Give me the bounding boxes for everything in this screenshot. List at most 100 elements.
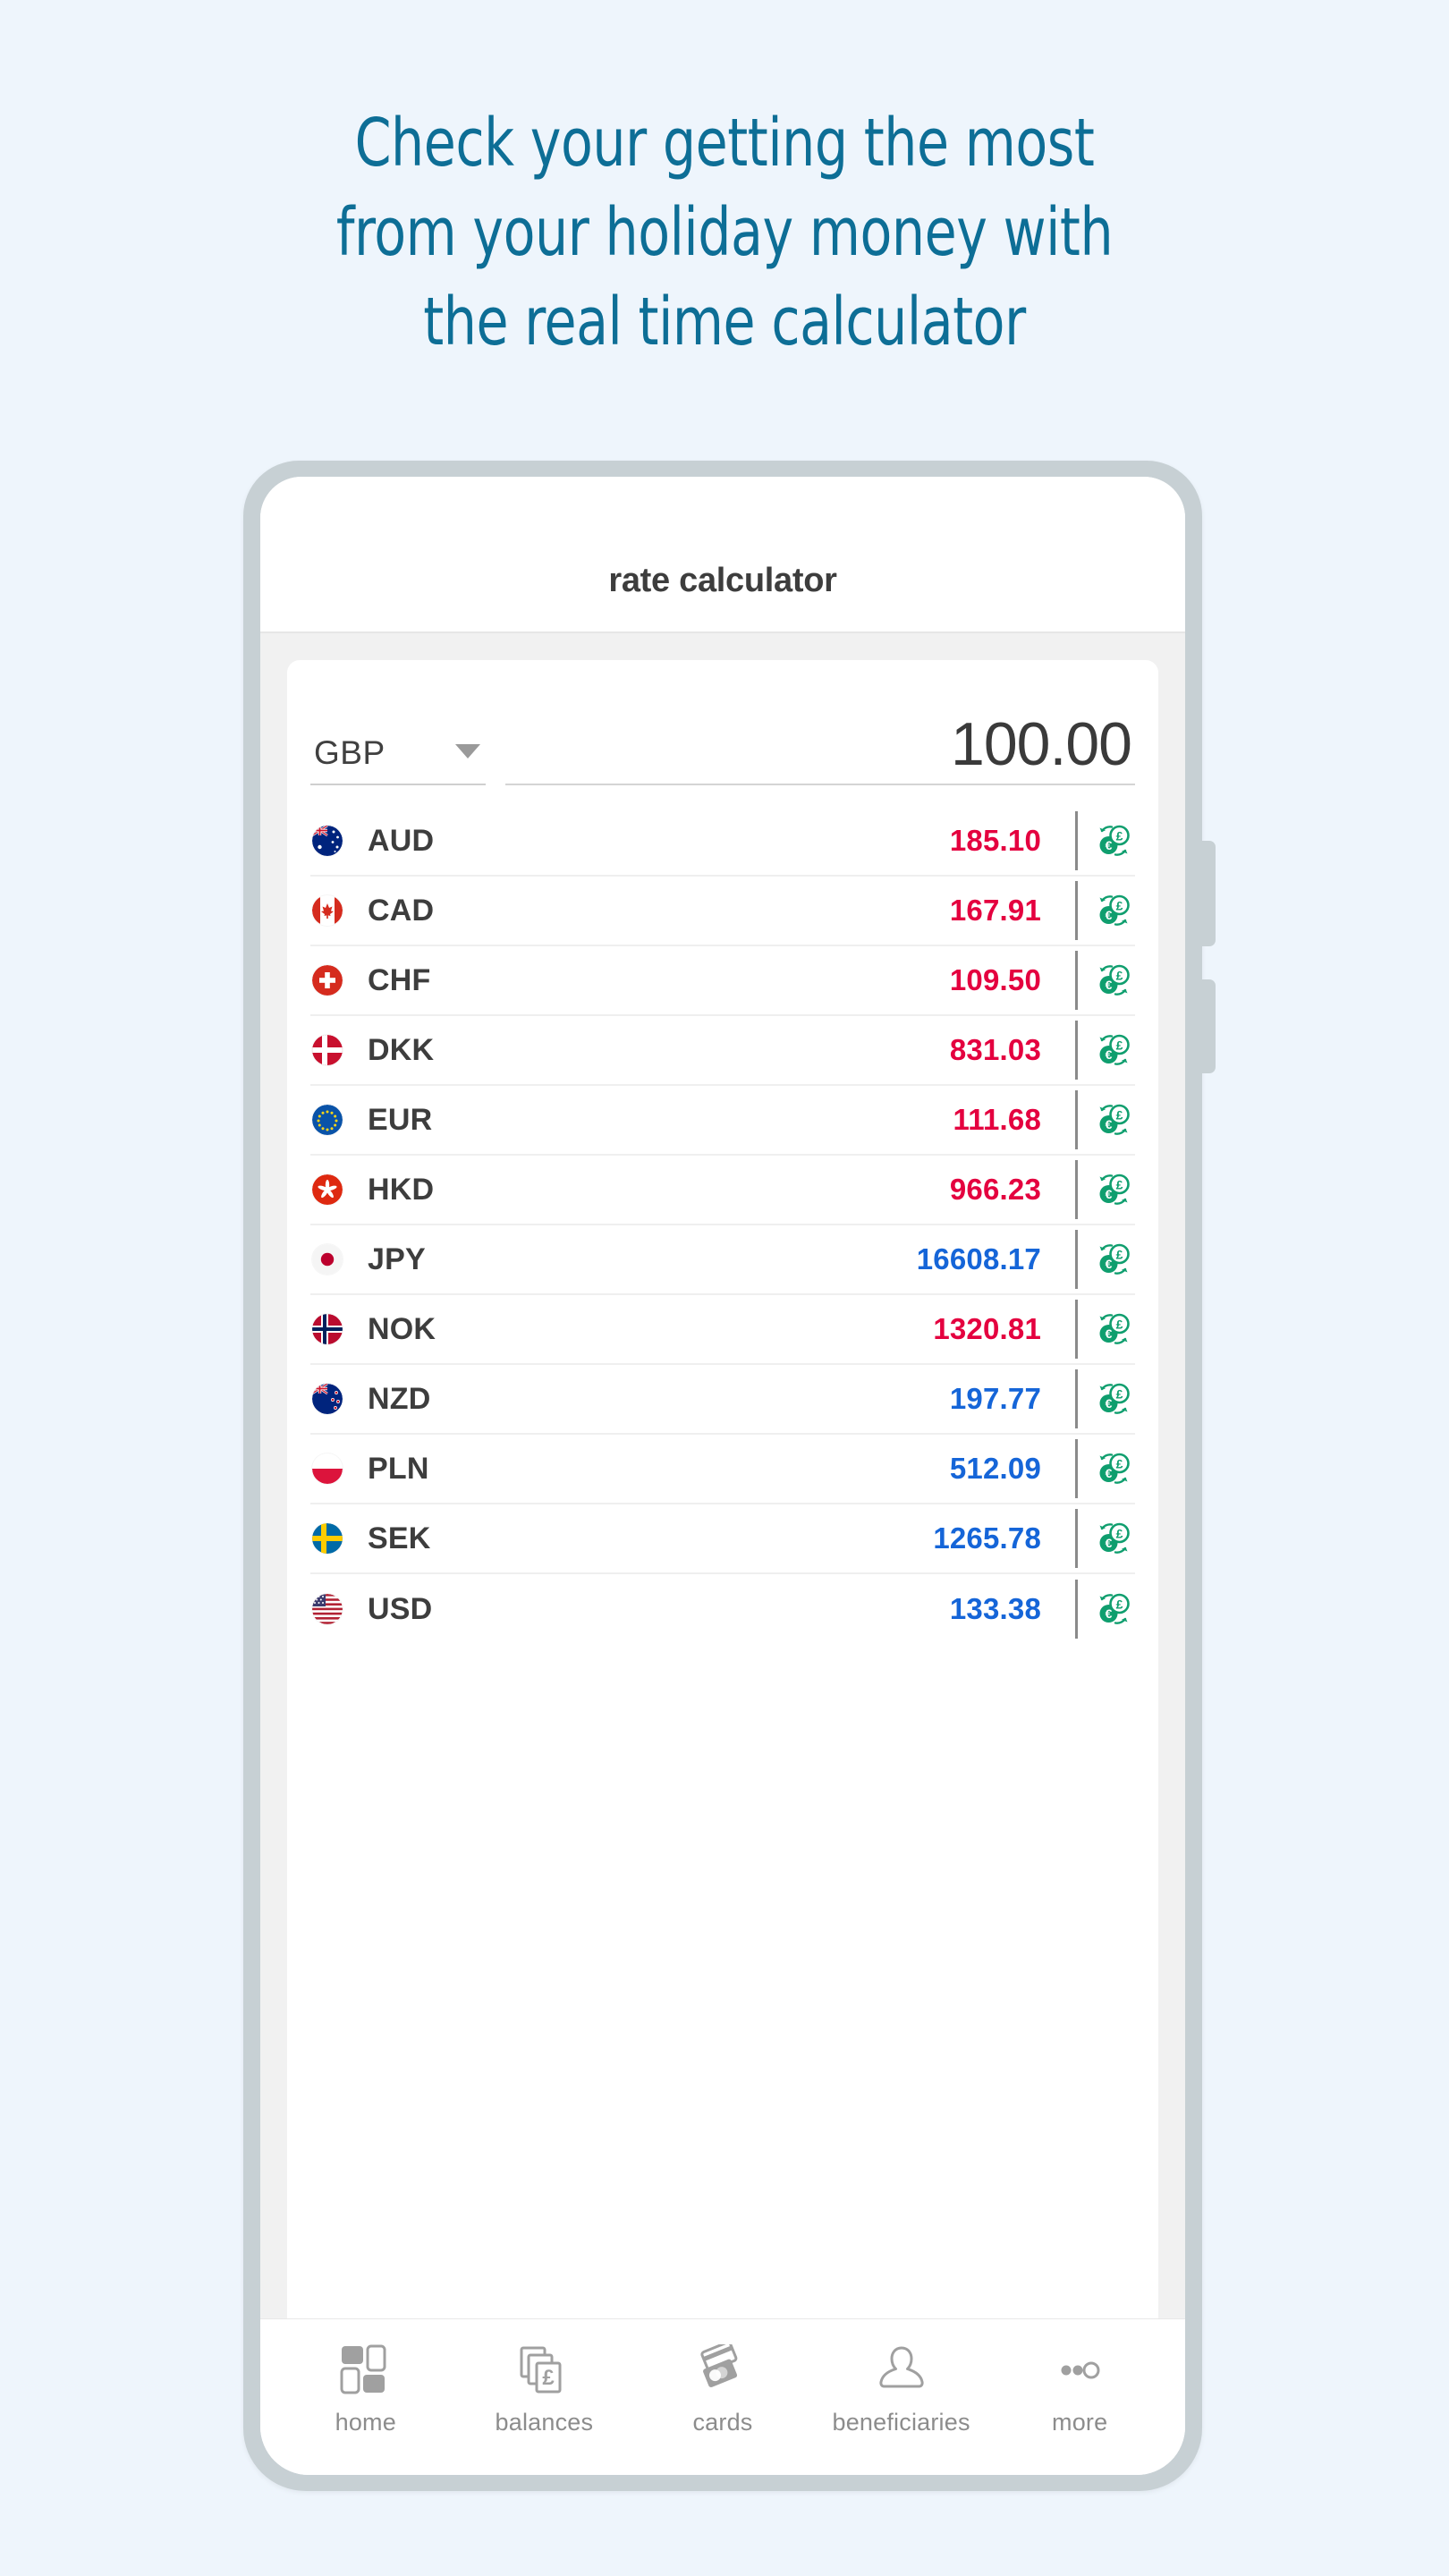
bottom-navigation: home £ balances cards beneficiaries more [260,2318,1185,2475]
currency-exchange-icon[interactable]: € £ [1094,821,1133,860]
payment-cards-icon [697,2343,749,2398]
person-icon [876,2343,928,2398]
currency-exchange-icon[interactable]: € £ [1094,1449,1133,1488]
base-currency-value: GBP [314,734,386,771]
currency-code-label: SEK [368,1521,431,1555]
currency-exchange-icon[interactable]: € £ [1094,1379,1133,1419]
nav-item-label: home [335,2409,396,2436]
currency-exchange-icon[interactable]: € £ [1094,891,1133,930]
flag-dk-icon [312,1035,343,1065]
svg-text:£: £ [1116,1386,1123,1401]
rate-value: 185.10 [949,824,1041,857]
amount-input[interactable]: 100.00 [505,714,1135,785]
nav-item-home[interactable]: home [285,2343,446,2436]
amount-input-row: GBP 100.00 [310,660,1135,785]
row-divider [1075,1439,1078,1498]
rate-row[interactable]: SEK 1265.78 € £ [310,1504,1135,1574]
rate-row[interactable]: CAD 167.91 € £ [310,877,1135,946]
headline-line-3: the real time calculator [423,284,1026,360]
currency-code-label: PLN [368,1451,429,1486]
nav-item-balances[interactable]: £ balances [463,2343,624,2436]
row-divider [1075,1090,1078,1149]
nav-item-more[interactable]: more [999,2343,1160,2436]
currency-exchange-icon[interactable]: € £ [1094,1519,1133,1558]
currency-exchange-icon[interactable]: € £ [1094,1030,1133,1070]
currency-code-label: HKD [368,1172,435,1207]
nav-item-label: beneficiaries [832,2409,970,2436]
rate-value: 16608.17 [916,1242,1041,1275]
currency-code-label: USD [368,1591,433,1626]
rate-value: 197.77 [949,1382,1041,1415]
row-divider [1075,1369,1078,1428]
flag-se-icon [312,1523,343,1554]
svg-text:£: £ [1116,968,1123,982]
app-header: rate calculator [260,477,1185,633]
base-currency-select[interactable]: GBP [310,734,486,785]
svg-text:£: £ [1116,1317,1123,1331]
nav-item-label: cards [692,2409,753,2436]
power-button[interactable] [1199,979,1216,1073]
svg-text:£: £ [1116,1526,1123,1540]
svg-text:£: £ [1116,1038,1123,1052]
currency-exchange-icon[interactable]: € £ [1094,1589,1133,1629]
currency-exchange-icon[interactable]: € £ [1094,1100,1133,1140]
app-body: GBP 100.00 AUD 185.10 € £ CAD 167.91 € £ CHF 109.… [260,633,1185,2318]
currency-exchange-icon[interactable]: € £ [1094,1170,1133,1209]
currency-code-label: CAD [368,893,435,928]
row-divider [1075,951,1078,1010]
headline-line-1: Check your getting the most [354,105,1095,182]
row-divider [1075,1300,1078,1359]
flag-nz-icon [312,1384,343,1414]
rate-list: AUD 185.10 € £ CAD 167.91 € £ CHF 109.50 € £ DKK 831.… [310,807,1135,1644]
rate-row[interactable]: USD 133.38 € £ [310,1574,1135,1644]
nav-item-label: more [1052,2409,1108,2436]
currency-exchange-icon[interactable]: € £ [1094,1309,1133,1349]
currency-code-label: NOK [368,1311,436,1346]
rate-row[interactable]: PLN 512.09 € £ [310,1435,1135,1504]
headline-line-2: from your holiday money with [335,194,1114,271]
rate-value: 109.50 [949,963,1041,996]
flag-hk-icon [312,1174,343,1205]
svg-text:£: £ [1116,1597,1123,1611]
volume-button[interactable] [1199,841,1216,946]
currency-code-label: NZD [368,1381,431,1416]
svg-text:£: £ [1116,1177,1123,1191]
grid-squares-icon [340,2343,392,2398]
phone-mockup: rate calculator GBP 100.00 AUD 185.10 € £ CA… [243,461,1216,2491]
currency-exchange-icon[interactable]: € £ [1094,961,1133,1000]
rate-value: 831.03 [949,1033,1041,1066]
row-divider [1075,1580,1078,1639]
rate-row[interactable]: HKD 966.23 € £ [310,1156,1135,1225]
three-dots-icon [1054,2343,1106,2398]
rate-row[interactable]: NZD 197.77 € £ [310,1365,1135,1435]
rate-value: 966.23 [949,1173,1041,1206]
rate-row[interactable]: AUD 185.10 € £ [310,807,1135,877]
currency-code-label: AUD [368,823,435,858]
rate-row[interactable]: NOK 1320.81 € £ [310,1295,1135,1365]
currency-code-label: JPY [368,1241,426,1276]
nav-item-beneficiaries[interactable]: beneficiaries [821,2343,982,2436]
rate-value: 133.38 [949,1592,1041,1625]
rate-row[interactable]: JPY 16608.17 € £ [310,1225,1135,1295]
flag-pl-icon [312,1453,343,1484]
nav-item-label: balances [495,2409,594,2436]
chevron-down-icon [455,744,480,758]
row-divider [1075,811,1078,870]
phone-screen: rate calculator GBP 100.00 AUD 185.10 € £ CA… [260,477,1185,2475]
nav-item-cards[interactable]: cards [642,2343,803,2436]
rate-row[interactable]: CHF 109.50 € £ [310,946,1135,1016]
flag-ca-icon [312,895,343,926]
row-divider [1075,1160,1078,1219]
app-title: rate calculator [608,562,837,599]
banknotes-pound-icon: £ [518,2343,570,2398]
currency-exchange-icon[interactable]: € £ [1094,1240,1133,1279]
row-divider [1075,881,1078,940]
svg-text:£: £ [1116,1247,1123,1261]
rate-value: 111.68 [953,1103,1041,1136]
currency-code-label: DKK [368,1032,435,1067]
flag-jp-icon [312,1244,343,1275]
rate-row[interactable]: DKK 831.03 € £ [310,1016,1135,1086]
svg-text:£: £ [1116,1456,1123,1470]
row-divider [1075,1509,1078,1568]
rate-row[interactable]: EUR 111.68 € £ [310,1086,1135,1156]
